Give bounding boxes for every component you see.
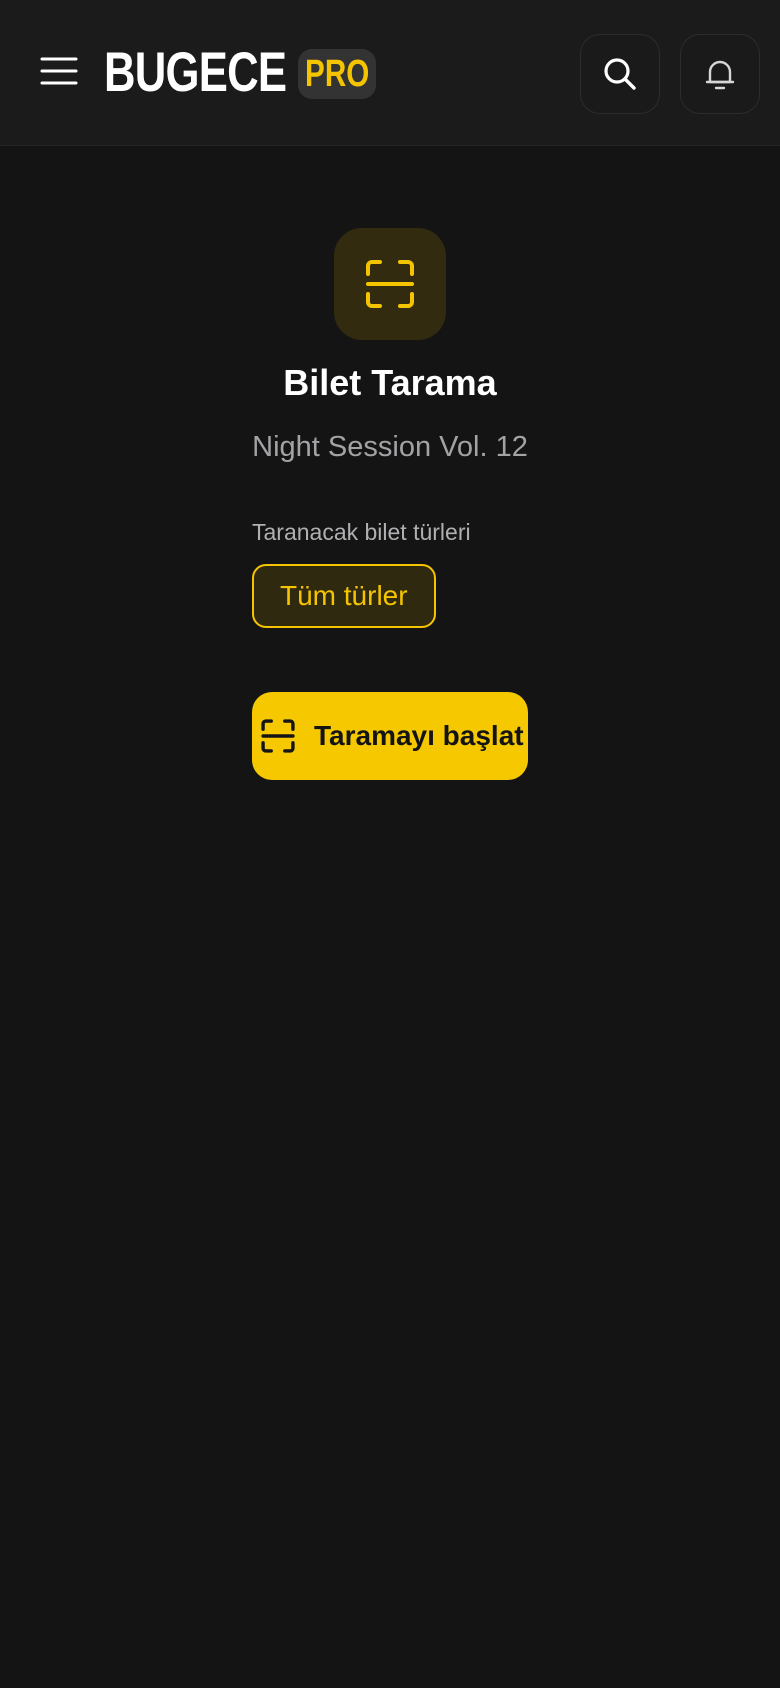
brand-name: BUGECE <box>104 40 287 103</box>
start-scan-label: Taramayı başlat <box>314 720 524 751</box>
bell-icon <box>705 60 735 90</box>
menu-button[interactable] <box>40 51 78 91</box>
scan-tile <box>334 228 446 340</box>
scan-icon <box>258 716 298 756</box>
scan-icon <box>366 260 414 308</box>
search-button[interactable] <box>580 34 660 114</box>
app-header: BUGECE PRO <box>0 0 780 146</box>
page-title: Bilet Tarama <box>283 362 497 403</box>
pro-badge: PRO <box>298 49 376 99</box>
pro-badge-label: PRO <box>304 53 370 95</box>
ticket-types-label: Taranacak bilet türleri <box>252 519 471 545</box>
ticket-type-chip-all[interactable]: Tüm türler <box>252 564 436 628</box>
search-icon <box>604 58 636 90</box>
notifications-button[interactable] <box>680 34 760 114</box>
brand-logo[interactable]: BUGECE PRO <box>104 40 376 103</box>
menu-icon <box>40 57 78 85</box>
event-name: Night Session Vol. 12 <box>252 431 528 463</box>
start-scan-button[interactable]: Taramayı başlat <box>252 692 528 780</box>
